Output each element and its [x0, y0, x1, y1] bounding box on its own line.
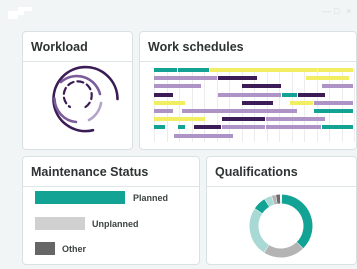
schedule-bar[interactable]: [178, 68, 209, 72]
work-schedules-card[interactable]: Work schedules: [139, 31, 357, 150]
workload-card[interactable]: Workload: [22, 31, 133, 150]
schedule-bar[interactable]: [210, 68, 317, 72]
maximize-button[interactable]: □: [334, 6, 339, 16]
donut-segment[interactable]: [271, 194, 278, 205]
schedule-bar[interactable]: [314, 109, 353, 113]
other-label: Other: [62, 244, 87, 254]
schedule-bar[interactable]: [282, 92, 297, 97]
app-logo-icon: [8, 7, 32, 19]
schedule-bar[interactable]: [322, 84, 353, 89]
donut-segment[interactable]: [264, 196, 275, 207]
grid-line: [304, 68, 305, 142]
schedule-bar[interactable]: [222, 125, 265, 130]
workload-gauge: [52, 65, 119, 133]
donut-segment[interactable]: [281, 194, 313, 249]
card-divider: [23, 186, 199, 187]
schedule-bar[interactable]: [266, 125, 321, 130]
schedule-bar[interactable]: [154, 117, 205, 122]
other-bar: [35, 242, 55, 255]
schedule-bar[interactable]: [154, 109, 173, 113]
schedule-bar[interactable]: [174, 133, 233, 138]
donut-segment[interactable]: [254, 199, 270, 214]
planned-label: Planned: [133, 193, 169, 203]
schedule-bar[interactable]: [178, 125, 185, 130]
schedule-bar[interactable]: [182, 109, 297, 113]
schedule-bar[interactable]: [318, 68, 353, 72]
qualifications-donut: [249, 194, 313, 258]
schedule-bar[interactable]: [194, 125, 221, 130]
schedule-bar[interactable]: [266, 117, 325, 122]
schedule-bar[interactable]: [242, 100, 273, 105]
schedule-bar[interactable]: [154, 100, 185, 105]
schedule-bar[interactable]: [218, 76, 257, 81]
planned-bar: [35, 191, 125, 204]
grid-line: [266, 68, 268, 142]
unplanned-bar: [35, 217, 85, 230]
schedule-bar[interactable]: [290, 100, 313, 105]
minimize-button[interactable]: —: [322, 6, 331, 16]
app-window: — □ × Workload Work schedules Maintenanc…: [0, 0, 357, 269]
schedule-bar[interactable]: [218, 92, 281, 97]
schedule-bar[interactable]: [306, 76, 349, 81]
unplanned-label: Unplanned: [92, 219, 139, 229]
grid-line: [279, 68, 280, 142]
schedule-bar[interactable]: [242, 84, 281, 89]
schedule-bar[interactable]: [154, 68, 177, 72]
grid-line: [291, 68, 293, 142]
schedule-bar[interactable]: [322, 125, 353, 130]
schedule-bar[interactable]: [298, 92, 325, 97]
schedule-bar[interactable]: [154, 92, 173, 97]
close-button[interactable]: ×: [346, 6, 351, 16]
qualifications-card[interactable]: Qualifications: [206, 156, 357, 265]
title-bar: — □ ×: [0, 0, 357, 24]
donut-segment[interactable]: [249, 208, 270, 253]
schedule-bar[interactable]: [154, 125, 165, 130]
schedule-grid: [140, 32, 356, 149]
schedule-bar[interactable]: [154, 76, 217, 81]
donut-segment[interactable]: [264, 241, 303, 258]
schedule-bar[interactable]: [154, 84, 201, 89]
grid-line: [354, 68, 355, 142]
schedule-bar[interactable]: [314, 100, 353, 105]
maintenance-status-title: Maintenance Status: [31, 165, 149, 179]
schedule-bar[interactable]: [222, 117, 265, 122]
maintenance-status-card[interactable]: Maintenance Status Planned Unplanned Oth…: [22, 156, 200, 265]
